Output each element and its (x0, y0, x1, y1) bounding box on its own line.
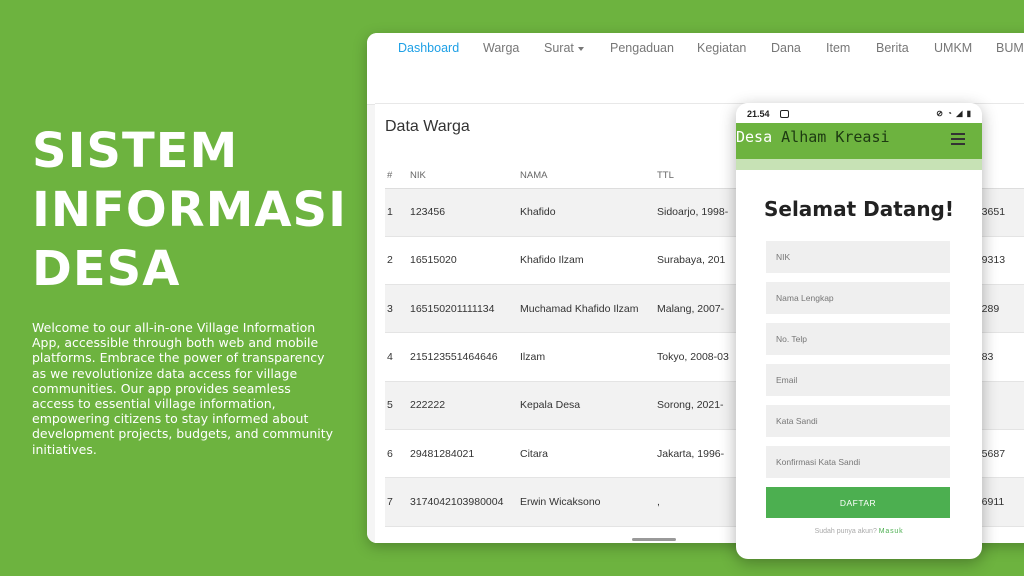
cell-number: 6 (385, 429, 410, 479)
nav-item-surat[interactable]: Surat (544, 41, 584, 55)
nav-item-surat-label: Surat (544, 41, 574, 55)
cell-nik: 3174042103980004 (410, 477, 520, 527)
email-field[interactable] (766, 364, 950, 396)
hero-title: SISTEM INFORMASI DESA (32, 122, 347, 299)
cell-number: 4 (385, 332, 410, 382)
column-header-nama: NAMA (520, 164, 657, 189)
header-divider (736, 159, 982, 170)
nik-field[interactable] (766, 241, 950, 273)
caret-down-icon (577, 46, 584, 51)
hamburger-menu-icon[interactable] (951, 133, 965, 148)
cell-nama: Erwin Wicaksono (520, 477, 657, 527)
card-title: Data Warga (385, 118, 470, 135)
nav-item-pengaduan[interactable]: Pengaduan (610, 41, 674, 55)
nav-item-berita[interactable]: Berita (876, 41, 909, 55)
hero-title-line-1: SISTEM (32, 123, 239, 179)
cell-number: 3 (385, 284, 410, 334)
cell-number: 5 (385, 381, 410, 430)
hero-title-line-2: INFORMASI (32, 182, 347, 238)
cell-nik: 29481284021 (410, 429, 520, 479)
cell-nama: Muchamad Khafido Ilzam (520, 284, 657, 334)
app-title-desa: Desa (736, 128, 773, 146)
login-prompt: Sudah punya akun? (814, 528, 877, 535)
cell-nama: Citara (520, 429, 657, 479)
mobile-phone: 21.54 ⊘ ◔ ◢ ▮ Desa Alham Kreasi Selamat … (736, 103, 982, 559)
cell-nik: 123456 (410, 188, 520, 237)
nav-item-dana[interactable]: Dana (771, 41, 801, 55)
nav-item-umkm[interactable]: UMKM (934, 41, 972, 55)
screenshot-icon (780, 110, 789, 118)
hero-description: Welcome to our all-in-one Village Inform… (32, 320, 334, 457)
app-title-alham-kreasi: Alham Kreasi (772, 128, 890, 146)
top-navbar: Dashboard Warga Surat Pengaduan Kegiatan… (367, 33, 1024, 105)
nama-lengkap-field[interactable] (766, 282, 950, 314)
app-title: Desa Alham Kreasi (736, 128, 890, 146)
cell-nik: 16515020 (410, 236, 520, 286)
status-icons: ⊘ ◔ ◢ ▮ (936, 109, 972, 118)
kata-sandi-field[interactable] (766, 405, 950, 437)
cell-nik: 215123551464646 (410, 332, 520, 382)
scrollbar-thumb[interactable] (632, 538, 676, 541)
cell-nik: 165150201111134 (410, 284, 520, 334)
cell-nama: Khafido Ilzam (520, 236, 657, 286)
cell-nama: Khafido (520, 188, 657, 237)
cell-nama: Kepala Desa (520, 381, 657, 430)
nav-item-kegiatan[interactable]: Kegiatan (697, 41, 746, 55)
nav-item-bum[interactable]: BUM (996, 41, 1024, 55)
status-time: 21.54 (747, 109, 770, 119)
login-prompt-line: Sudah punya akun? Masuk (736, 528, 982, 535)
cell-nama: Ilzam (520, 332, 657, 382)
cell-number: 1 (385, 188, 410, 237)
cell-number: 2 (385, 236, 410, 286)
konfirmasi-kata-sandi-field[interactable] (766, 446, 950, 478)
nav-item-dashboard[interactable]: Dashboard (398, 41, 459, 55)
cell-nik: 222222 (410, 381, 520, 430)
app-header: Desa Alham Kreasi (736, 123, 982, 159)
masuk-link[interactable]: Masuk (879, 528, 904, 535)
daftar-button[interactable]: DAFTAR (766, 487, 950, 518)
status-bar: 21.54 ⊘ ◔ ◢ ▮ (736, 103, 982, 123)
welcome-heading: Selamat Datang! (763, 197, 954, 221)
column-header-ttl: TTL (657, 164, 737, 189)
cell-number: 7 (385, 477, 410, 527)
column-header-number: # (385, 164, 410, 189)
column-header-nik: NIK (410, 164, 520, 189)
nav-item-warga[interactable]: Warga (483, 41, 519, 55)
no-telp-field[interactable] (766, 323, 950, 355)
hero-title-line-3: DESA (32, 241, 181, 297)
nav-item-item[interactable]: Item (826, 41, 850, 55)
